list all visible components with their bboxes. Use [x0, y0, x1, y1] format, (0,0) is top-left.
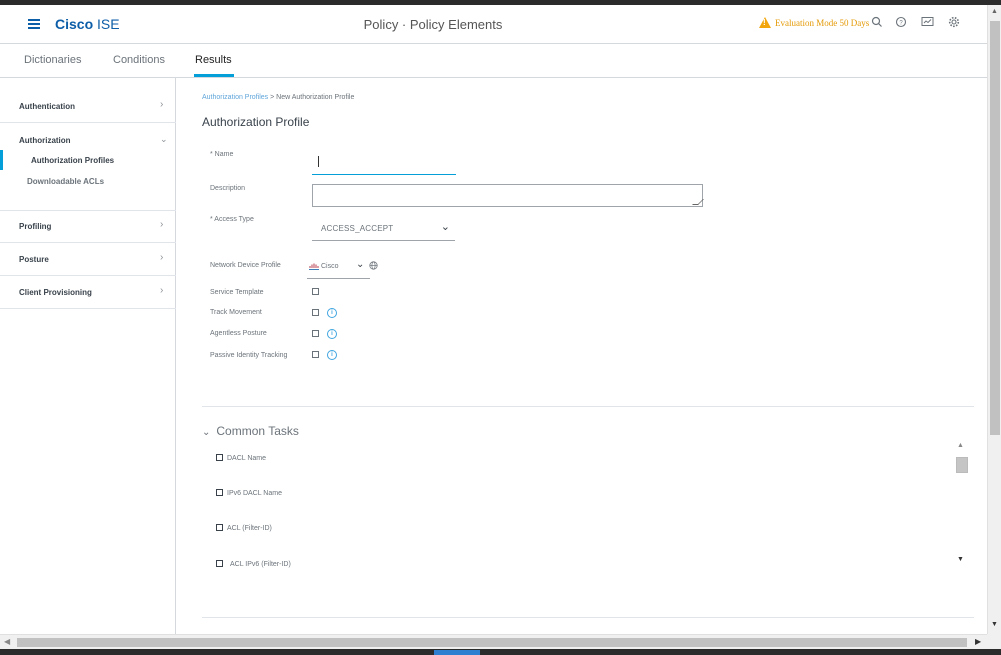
network-device-profile-select[interactable]: Cisco ⌄: [307, 258, 370, 279]
agentless-posture-checkbox[interactable]: [312, 330, 319, 337]
scroll-thumb[interactable]: [956, 457, 968, 473]
scroll-up-icon[interactable]: ▲: [991, 8, 998, 15]
chevron-down-icon: ⌄: [440, 221, 450, 233]
task-label: ACL IPv6 (Filter-ID): [230, 561, 291, 568]
access-type-value: ACCESS_ACCEPT: [321, 224, 394, 233]
sidebar-item-authorization-profiles[interactable]: Authorization Profiles: [31, 156, 114, 165]
chevron-right-icon: ›: [160, 285, 164, 296]
dashboard-icon[interactable]: [920, 16, 934, 30]
sidebar-section-label: Authorization: [19, 136, 71, 145]
common-tasks-header[interactable]: ⌄ Common Tasks: [202, 424, 299, 438]
sidebar-section-label: Posture: [19, 255, 49, 264]
task-checkbox[interactable]: [216, 489, 223, 496]
taskbar: [0, 649, 1001, 655]
warning-icon: [759, 17, 771, 28]
task-checkbox[interactable]: [216, 560, 223, 567]
breadcrumb-separator: >: [270, 94, 275, 101]
section-divider: [202, 406, 974, 407]
agentless-posture-label: Agentless Posture: [210, 330, 267, 337]
evaluation-text: Evaluation Mode 50 Days: [775, 17, 870, 28]
svg-text:?: ?: [899, 20, 903, 26]
section-divider: [202, 617, 974, 618]
sidebar-section-label: Client Provisioning: [19, 288, 92, 297]
chevron-down-icon: ⌄: [160, 134, 168, 144]
sidebar: Authentication › Authorization ⌄ Authori…: [0, 78, 176, 634]
active-item-indicator: [0, 150, 3, 170]
list-item[interactable]: IPv6 DACL Name: [216, 489, 282, 497]
sidebar-section-authentication[interactable]: Authentication ›: [0, 90, 176, 123]
sidebar-section-profiling[interactable]: Profiling ›: [0, 210, 176, 243]
chevron-right-icon: ›: [160, 219, 164, 230]
access-type-label: * Access Type: [210, 216, 254, 223]
list-item[interactable]: DACL Name: [216, 454, 266, 462]
scroll-down-icon[interactable]: ▼: [991, 621, 998, 628]
globe-icon[interactable]: [369, 261, 378, 272]
common-tasks-scrollbar[interactable]: ▲ ▼: [954, 439, 970, 575]
access-type-select[interactable]: ACCESS_ACCEPT ⌄: [312, 214, 455, 241]
help-icon[interactable]: ?: [894, 16, 908, 30]
network-device-profile-value: Cisco: [321, 263, 339, 270]
task-checkbox[interactable]: [216, 524, 223, 531]
scroll-up-icon[interactable]: ▲: [957, 442, 964, 449]
scroll-down-icon[interactable]: ▼: [957, 556, 964, 563]
tab-results[interactable]: Results: [195, 54, 232, 66]
cisco-logo-icon: [309, 263, 319, 272]
track-movement-checkbox[interactable]: [312, 309, 319, 316]
sidebar-section-posture[interactable]: Posture ›: [0, 243, 176, 276]
app-header: Cisco ISE Policy · Policy Elements Evalu…: [0, 5, 987, 44]
tab-dictionaries[interactable]: Dictionaries: [24, 54, 81, 66]
breadcrumb: Authorization Profiles > New Authorizati…: [202, 94, 354, 101]
settings-icon[interactable]: [947, 16, 961, 30]
passive-identity-tracking-label: Passive Identity Tracking: [210, 352, 288, 359]
scroll-thumb[interactable]: [17, 638, 967, 647]
service-template-label: Service Template: [210, 289, 264, 296]
passive-identity-tracking-checkbox[interactable]: [312, 351, 319, 358]
chevron-down-icon: ⌄: [356, 259, 365, 270]
resize-handle[interactable]: [692, 199, 704, 205]
page-header-title: Policy · Policy Elements: [363, 17, 503, 32]
active-tab-indicator: [194, 74, 234, 77]
chevron-right-icon: ›: [160, 99, 164, 110]
breadcrumb-link[interactable]: Authorization Profiles: [202, 94, 268, 101]
list-item[interactable]: ACL (Filter-ID): [216, 524, 272, 532]
network-device-profile-label: Network Device Profile: [210, 262, 281, 269]
sidebar-section-label: Profiling: [19, 222, 52, 231]
info-icon[interactable]: i: [327, 329, 337, 339]
common-tasks-list: DACL Name IPv6 DACL Name ACL (Filter-ID)…: [202, 440, 972, 578]
scrollbar-corner: [987, 634, 1001, 649]
page-vertical-scrollbar[interactable]: ▲ ▼: [987, 5, 1001, 634]
scroll-left-icon[interactable]: ◀: [4, 637, 10, 646]
sidebar-section-label: Authentication: [19, 102, 75, 111]
tab-bar: Dictionaries Conditions Results: [0, 44, 987, 78]
task-label: ACL (Filter-ID): [227, 525, 272, 532]
description-label: Description: [210, 185, 246, 192]
chevron-right-icon: ›: [160, 252, 164, 263]
info-icon[interactable]: i: [327, 308, 337, 318]
common-tasks-title: Common Tasks: [216, 424, 299, 438]
service-template-checkbox[interactable]: [312, 288, 319, 295]
info-icon[interactable]: i: [327, 350, 337, 360]
sidebar-item-downloadable-acls[interactable]: Downloadable ACLs: [27, 177, 104, 186]
evaluation-badge[interactable]: Evaluation Mode 50 Days: [759, 17, 869, 28]
list-item[interactable]: ACL IPv6 (Filter-ID): [216, 560, 291, 568]
tab-conditions[interactable]: Conditions: [113, 54, 165, 66]
taskbar-active-app[interactable]: [434, 650, 480, 655]
name-input[interactable]: [312, 152, 456, 175]
page-title: Authorization Profile: [202, 115, 310, 129]
search-icon[interactable]: [870, 16, 884, 30]
description-textarea[interactable]: [312, 184, 704, 207]
text-cursor: [318, 156, 319, 167]
task-checkbox[interactable]: [216, 454, 223, 461]
task-label: DACL Name: [227, 455, 267, 462]
page-horizontal-scrollbar[interactable]: ◀ ▶: [0, 634, 987, 649]
track-movement-label: Track Movement: [210, 309, 262, 316]
scroll-thumb[interactable]: [990, 21, 1000, 435]
breadcrumb-current: New Authorization Profile: [276, 94, 355, 101]
scroll-right-icon[interactable]: ▶: [975, 637, 981, 646]
main-content: Authorization Profiles > New Authorizati…: [176, 78, 987, 634]
sidebar-section-client-provisioning[interactable]: Client Provisioning ›: [0, 276, 176, 309]
chevron-down-icon: ⌄: [202, 427, 211, 438]
task-label: IPv6 DACL Name: [227, 490, 282, 497]
name-label: * Name: [210, 151, 234, 158]
